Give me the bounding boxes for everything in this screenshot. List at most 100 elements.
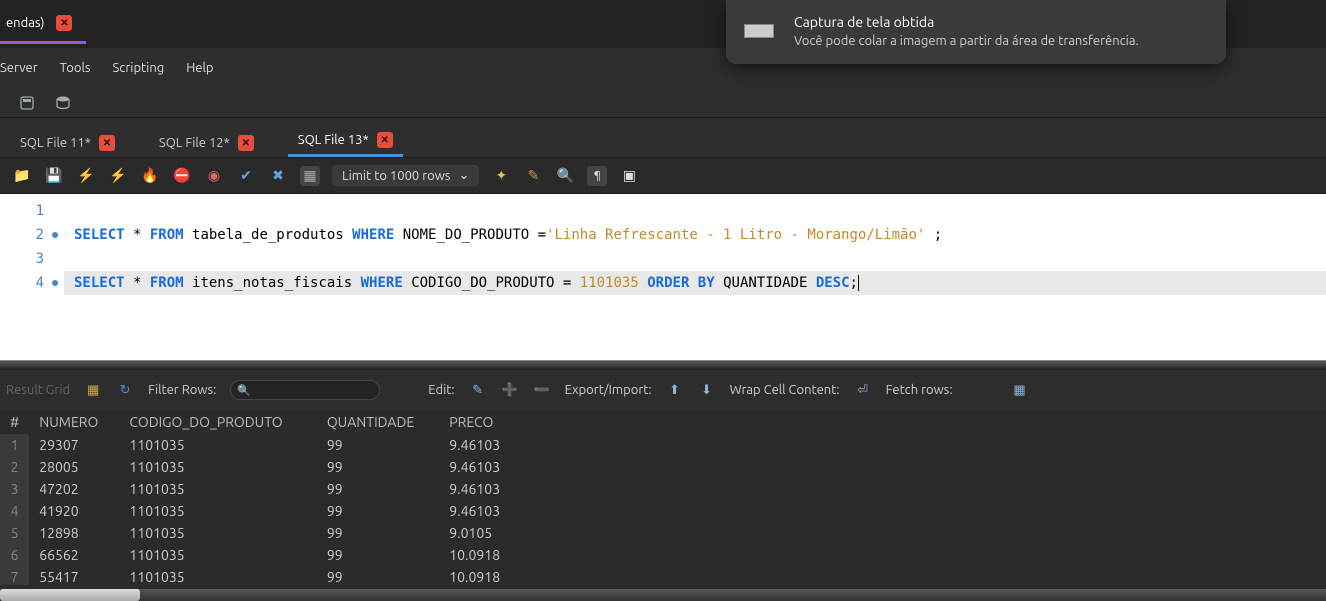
menu-scripting[interactable]: Scripting xyxy=(113,61,165,75)
sql-editor[interactable]: 1 2 3 4 SELECT * FROM tabela_de_produtos… xyxy=(0,194,1326,360)
file-tab-13[interactable]: SQL File 13* ✕ xyxy=(288,126,403,157)
fetch-more-icon[interactable]: ▦ xyxy=(1011,381,1029,399)
col-quantidade[interactable]: QUANTIDADE xyxy=(317,410,439,434)
brush-icon[interactable]: ✎ xyxy=(523,166,543,186)
close-icon[interactable]: ✕ xyxy=(377,132,393,148)
file-tab-strip: SQL File 11* ✕ SQL File 12* ✕ SQL File 1… xyxy=(0,118,1326,158)
results-toolbar: Result Grid ▦ ↻ Filter Rows: 🔍 Edit: ✎ ➕… xyxy=(0,370,1326,410)
screenshot-toast[interactable]: Captura de tela obtida Você pode colar a… xyxy=(726,0,1226,64)
code-line[interactable] xyxy=(64,199,1326,223)
file-tab-11[interactable]: SQL File 11* ✕ xyxy=(10,129,125,157)
cell-codigo[interactable]: 1101035 xyxy=(119,544,316,566)
window-icon[interactable]: ▣ xyxy=(619,166,639,186)
cell-quantidade[interactable]: 99 xyxy=(317,544,439,566)
table-row[interactable]: 1293071101035999.46103 xyxy=(0,434,520,456)
secondary-toolbar xyxy=(0,88,1326,118)
toast-title: Captura de tela obtida xyxy=(794,14,1139,30)
cell-quantidade[interactable]: 99 xyxy=(317,456,439,478)
cell-preco[interactable]: 9.46103 xyxy=(439,434,520,456)
cell-quantidade[interactable]: 99 xyxy=(317,434,439,456)
line-number: 4 xyxy=(36,275,44,291)
save-icon[interactable]: 💾 xyxy=(44,166,64,186)
cell-preco[interactable]: 10.0918 xyxy=(439,566,520,585)
text-cursor xyxy=(858,275,859,291)
menu-server[interactable]: Server xyxy=(0,61,38,75)
code-body[interactable]: SELECT * FROM tabela_de_produtos WHERE N… xyxy=(64,194,1326,360)
cell-codigo[interactable]: 1101035 xyxy=(119,456,316,478)
cancel-icon[interactable]: ✖ xyxy=(268,166,288,186)
stop-icon[interactable]: ⛔ xyxy=(172,166,192,186)
col-codigo[interactable]: CODIGO_DO_PRODUTO xyxy=(119,410,316,434)
cell-preco[interactable]: 9.46103 xyxy=(439,500,520,522)
panel-splitter[interactable] xyxy=(0,360,1326,370)
main-tab-label: endas) xyxy=(6,16,44,30)
refresh-icon[interactable]: ↻ xyxy=(116,381,134,399)
delete-row-icon[interactable]: ➖ xyxy=(533,381,551,399)
explain-icon[interactable]: 🔥 xyxy=(140,166,160,186)
export-icon[interactable]: ⬆ xyxy=(666,381,684,399)
code-line[interactable]: SELECT * FROM tabela_de_produtos WHERE N… xyxy=(64,223,1326,247)
table-row[interactable]: 66656211010359910.0918 xyxy=(0,544,520,566)
cell-numero[interactable]: 41920 xyxy=(29,500,119,522)
file-tab-12[interactable]: SQL File 12* ✕ xyxy=(149,129,264,157)
main-tab[interactable]: endas) ✕ xyxy=(0,4,86,44)
grid-view-icon[interactable]: ▦ xyxy=(84,381,102,399)
search-icon[interactable]: 🔍 xyxy=(555,166,575,186)
cell-codigo[interactable]: 1101035 xyxy=(119,522,316,544)
execute-step-icon[interactable]: ⚡ xyxy=(108,166,128,186)
db-icon[interactable] xyxy=(54,94,72,112)
close-icon[interactable]: ✕ xyxy=(56,15,72,31)
cell-numero[interactable]: 47202 xyxy=(29,478,119,500)
filter-rows-input[interactable]: 🔍 xyxy=(230,380,380,400)
table-row[interactable]: 75541711010359910.0918 xyxy=(0,566,520,585)
cell-codigo[interactable]: 1101035 xyxy=(119,500,316,522)
file-tab-label: SQL File 12* xyxy=(159,136,230,150)
col-preco[interactable]: PRECO xyxy=(439,410,520,434)
code-line[interactable] xyxy=(64,247,1326,271)
commit-icon[interactable]: ◉ xyxy=(204,166,224,186)
cell-quantidade[interactable]: 99 xyxy=(317,522,439,544)
menu-tools[interactable]: Tools xyxy=(60,61,91,75)
import-icon[interactable]: ⬇ xyxy=(698,381,716,399)
autocommit-icon[interactable]: ✔ xyxy=(236,166,256,186)
close-icon[interactable]: ✕ xyxy=(238,135,254,151)
code-line[interactable]: SELECT * FROM itens_notas_fiscais WHERE … xyxy=(64,271,1326,295)
cell-quantidade[interactable]: 99 xyxy=(317,500,439,522)
wrap-icon[interactable]: ⏎ xyxy=(854,381,872,399)
sql-tab-icon[interactable] xyxy=(18,94,36,112)
table-row[interactable]: 2280051101035999.46103 xyxy=(0,456,520,478)
add-row-icon[interactable]: ➕ xyxy=(501,381,519,399)
cell-codigo[interactable]: 1101035 xyxy=(119,434,316,456)
result-grid[interactable]: # NUMERO CODIGO_DO_PRODUTO QUANTIDADE PR… xyxy=(0,410,1326,585)
cell-preco[interactable]: 10.0918 xyxy=(439,544,520,566)
editor-toolbar: 📁 💾 ⚡ ⚡ 🔥 ⛔ ◉ ✔ ✖ ▦ Limit to 1000 rows ⌄… xyxy=(0,158,1326,194)
cell-numero[interactable]: 28005 xyxy=(29,456,119,478)
table-row[interactable]: 3472021101035999.46103 xyxy=(0,478,520,500)
cell-codigo[interactable]: 1101035 xyxy=(119,478,316,500)
row-index: 7 xyxy=(0,566,29,585)
cell-preco[interactable]: 9.0105 xyxy=(439,522,520,544)
cell-numero[interactable]: 29307 xyxy=(29,434,119,456)
table-row[interactable]: 4419201101035999.46103 xyxy=(0,500,520,522)
open-file-icon[interactable]: 📁 xyxy=(12,166,32,186)
cell-numero[interactable]: 12898 xyxy=(29,522,119,544)
cell-quantidade[interactable]: 99 xyxy=(317,566,439,585)
cell-codigo[interactable]: 1101035 xyxy=(119,566,316,585)
limit-icon[interactable]: ▦ xyxy=(300,166,320,186)
col-numero[interactable]: NUMERO xyxy=(29,410,119,434)
menu-help[interactable]: Help xyxy=(186,61,213,75)
edit-row-icon[interactable]: ✎ xyxy=(469,381,487,399)
cell-preco[interactable]: 9.46103 xyxy=(439,456,520,478)
line-gutter: 1 2 3 4 xyxy=(0,194,64,360)
star-icon[interactable]: ✦ xyxy=(491,166,511,186)
close-icon[interactable]: ✕ xyxy=(99,135,115,151)
execute-icon[interactable]: ⚡ xyxy=(76,166,96,186)
pilcrow-icon[interactable]: ¶ xyxy=(587,166,607,186)
row-limit-select[interactable]: Limit to 1000 rows ⌄ xyxy=(332,165,479,186)
cell-preco[interactable]: 9.46103 xyxy=(439,478,520,500)
cell-numero[interactable]: 66562 xyxy=(29,544,119,566)
cell-quantidade[interactable]: 99 xyxy=(317,478,439,500)
table-row[interactable]: 5128981101035999.0105 xyxy=(0,522,520,544)
cell-numero[interactable]: 55417 xyxy=(29,566,119,585)
col-hash[interactable]: # xyxy=(0,410,29,434)
